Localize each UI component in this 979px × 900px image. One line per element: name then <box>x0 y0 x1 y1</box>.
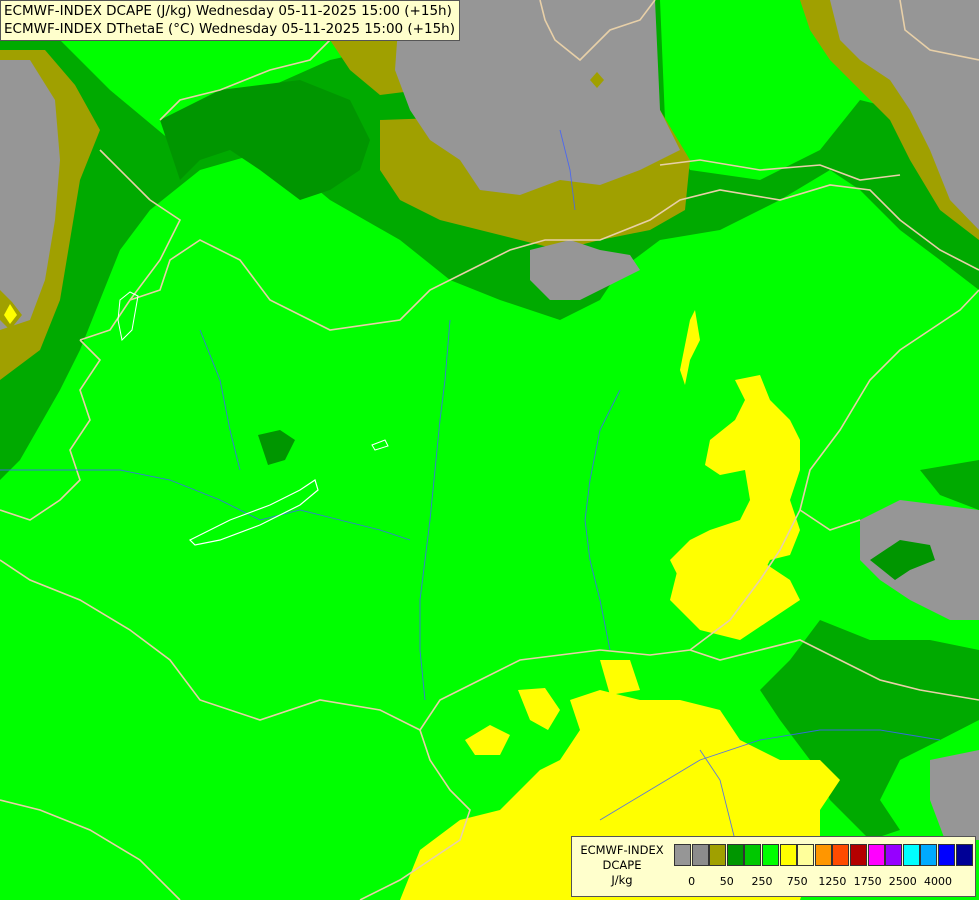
legend-swatch <box>762 844 779 866</box>
legend-tick-label: 0 <box>688 875 696 888</box>
legend-swatch <box>938 844 955 866</box>
legend-title: ECMWF-INDEX DCAPE J/kg <box>576 843 668 888</box>
legend-swatch <box>832 844 850 866</box>
legend-swatch <box>885 844 903 866</box>
legend-swatch <box>867 844 885 866</box>
legend-swatch <box>814 844 832 866</box>
legend-swatch <box>779 844 797 866</box>
legend-title-line1: ECMWF-INDEX <box>580 843 664 857</box>
legend-tick-label: 2500 <box>888 875 917 888</box>
color-legend: ECMWF-INDEX DCAPE J/kg 0 50 250 750 1250 1750… <box>571 836 976 897</box>
legend-swatch <box>744 844 762 866</box>
map-title-box: ECMWF-INDEX DCAPE (J/kg) Wednesday 05-11… <box>0 0 460 41</box>
legend-swatch <box>726 844 744 866</box>
legend-tick-label: 50 <box>719 875 734 888</box>
legend-title-line2: DCAPE <box>602 858 642 872</box>
dcape-map <box>0 0 979 900</box>
legend-tick-label: 250 <box>751 875 773 888</box>
title-dthetae: ECMWF-INDEX DThetaE (°C) Wednesday 05-11… <box>4 21 455 37</box>
legend-tick-label: 1250 <box>818 875 847 888</box>
title-dcape: ECMWF-INDEX DCAPE (J/kg) Wednesday 05-11… <box>4 3 452 19</box>
legend-swatch <box>709 844 727 866</box>
legend-swatch <box>920 844 938 866</box>
legend-swatch <box>797 844 815 866</box>
map-view: ECMWF-INDEX DCAPE (J/kg) Wednesday 05-11… <box>0 0 979 900</box>
legend-unit: J/kg <box>611 873 633 887</box>
legend-swatch <box>674 844 691 866</box>
legend-swatch <box>955 844 973 866</box>
legend-tick-label: 1750 <box>853 875 882 888</box>
legend-swatch <box>902 844 920 866</box>
legend-swatch <box>691 844 709 866</box>
legend-tick-label: 750 <box>786 875 808 888</box>
legend-tick-label: 4000 <box>924 875 952 888</box>
legend-swatch <box>850 844 867 866</box>
